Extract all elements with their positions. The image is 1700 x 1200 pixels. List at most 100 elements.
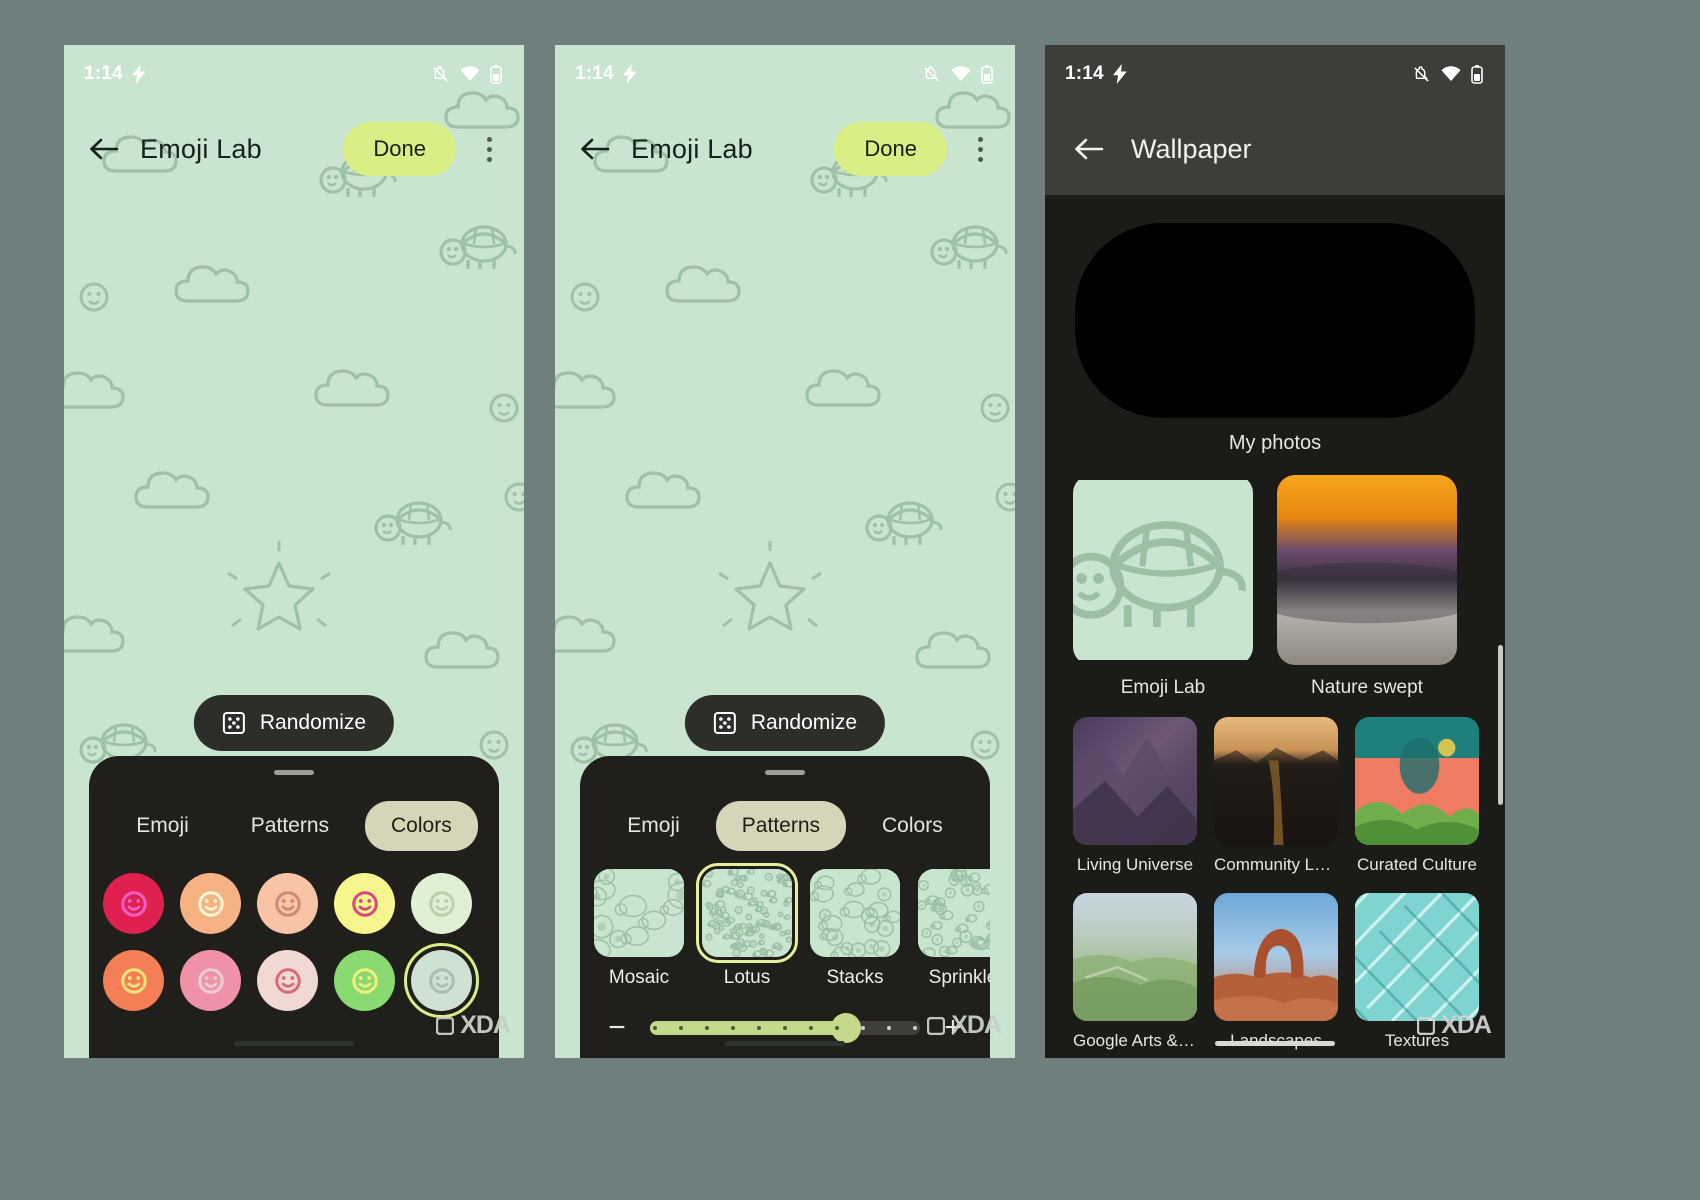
- more-options-icon[interactable]: [472, 129, 506, 169]
- pattern-thumbnail: [594, 869, 684, 957]
- app-bar-2: Emoji Lab Done: [555, 103, 1015, 195]
- color-swatch-3[interactable]: [334, 873, 395, 934]
- pattern-option-2[interactable]: Stacks: [810, 869, 900, 989]
- wallpaper-thumb-art: [1355, 893, 1479, 1021]
- tab-emoji[interactable]: Emoji: [110, 801, 215, 851]
- done-button[interactable]: Done: [834, 122, 947, 176]
- back-button[interactable]: [1069, 129, 1109, 169]
- phone-screen-emoji-lab-colors: 1:14 Emoji Lab Done Randomize Emoji Patt…: [64, 45, 524, 1058]
- wallpaper-category-label: Curated Culture: [1356, 855, 1477, 874]
- xda-logo-icon: [436, 1016, 455, 1035]
- color-swatch-4[interactable]: [411, 873, 472, 934]
- wifi-icon: [1441, 66, 1461, 82]
- notifications-off-icon: [431, 65, 450, 84]
- color-swatch-1[interactable]: [180, 873, 241, 934]
- back-button[interactable]: [575, 129, 615, 169]
- color-swatch-0[interactable]: [103, 873, 164, 934]
- page-title: Emoji Lab: [631, 133, 753, 164]
- pattern-thumb-svg: [918, 869, 990, 957]
- wallpaper-category-nature-swept[interactable]: Nature swept: [1277, 475, 1457, 699]
- phone-screen-wallpaper-picker: 1:14 Wallpaper My photos Emoji Lab Natur…: [1045, 45, 1505, 1058]
- wallpaper-thumbnail: [1214, 717, 1338, 845]
- battery-icon: [1471, 64, 1483, 84]
- back-arrow-icon: [581, 138, 610, 160]
- wallpaper-category-emoji-lab[interactable]: Emoji Lab: [1073, 475, 1253, 699]
- my-photos-tile[interactable]: [1075, 223, 1475, 418]
- color-swatch-5[interactable]: [103, 950, 164, 1011]
- pattern-thumbnail: [918, 869, 990, 957]
- home-gesture-pill[interactable]: [1215, 1040, 1335, 1046]
- status-bar-2: 1:14: [555, 45, 1015, 103]
- color-swatch-8[interactable]: [334, 950, 395, 1011]
- pattern-thumbnail: [696, 863, 798, 963]
- sheet-drag-handle[interactable]: [765, 770, 805, 775]
- home-gesture-pill[interactable]: [725, 1040, 845, 1046]
- tab-colors[interactable]: Colors: [856, 801, 969, 851]
- wallpaper-category-label: Living Universe: [1076, 855, 1194, 874]
- sheet-drag-handle[interactable]: [274, 770, 314, 775]
- page-title: Emoji Lab: [140, 133, 262, 164]
- wallpaper-thumbnail: [1214, 893, 1338, 1021]
- status-right-2: [922, 64, 993, 84]
- page-title: Wallpaper: [1131, 133, 1252, 164]
- pattern-thumb-svg: [810, 869, 900, 957]
- wallpaper-thumb-art: [1073, 893, 1197, 1021]
- wifi-icon: [460, 66, 480, 82]
- randomize-label: Randomize: [750, 711, 858, 734]
- my-photos-label: My photos: [1228, 432, 1322, 454]
- wallpaper-thumbnail: [1355, 893, 1479, 1021]
- pattern-label: Lotus: [723, 967, 771, 988]
- back-button[interactable]: [84, 129, 124, 169]
- status-time: 1:14: [575, 63, 614, 84]
- tab-patterns[interactable]: Patterns: [715, 801, 847, 851]
- color-swatch-6[interactable]: [180, 950, 241, 1011]
- pattern-thumb-svg: [702, 869, 792, 957]
- wallpaper-category-community-lens[interactable]: Community Lens: [1214, 717, 1338, 875]
- app-bar: Emoji Lab Done: [64, 103, 524, 195]
- color-swatch-grid: [89, 873, 499, 1018]
- pattern-label: Stacks: [826, 967, 884, 988]
- smiley-icon: [274, 890, 301, 917]
- randomize-button[interactable]: Randomize: [684, 695, 886, 751]
- wallpaper-thumbnail: [1355, 717, 1479, 845]
- tab-emoji[interactable]: Emoji: [601, 801, 706, 851]
- xda-watermark-text: XDA: [460, 1011, 511, 1039]
- wallpaper-scroll-area[interactable]: My photos Emoji Lab Nature swept Living U…: [1045, 195, 1505, 1058]
- vertical-scrollbar[interactable]: [1498, 645, 1503, 805]
- wallpaper-thumb-art: [1214, 893, 1338, 1021]
- battery-icon: [490, 64, 502, 84]
- dice-icon: [713, 711, 737, 735]
- color-swatch-9[interactable]: [404, 943, 479, 1018]
- bolt-icon: [131, 64, 147, 84]
- smiley-icon: [351, 967, 378, 994]
- more-options-icon[interactable]: [963, 129, 997, 169]
- color-swatch-2[interactable]: [257, 873, 318, 934]
- tab-patterns[interactable]: Patterns: [225, 801, 355, 851]
- smiley-icon: [274, 967, 301, 994]
- color-swatch-7[interactable]: [257, 950, 318, 1011]
- smiley-icon: [120, 967, 147, 994]
- xda-logo-icon: [927, 1016, 946, 1035]
- wallpaper-thumbnail: [1073, 717, 1197, 845]
- pattern-option-1[interactable]: Lotus: [696, 863, 798, 989]
- pattern-thumbnail: [810, 869, 900, 957]
- done-button[interactable]: Done: [343, 122, 456, 176]
- randomize-button[interactable]: Randomize: [193, 695, 395, 751]
- status-bar-3: 1:14: [1045, 45, 1505, 103]
- xda-watermark-text: XDA: [1441, 1011, 1492, 1039]
- bolt-icon: [1112, 64, 1128, 84]
- notifications-off-icon: [922, 65, 941, 84]
- xda-logo-icon: [1417, 1016, 1436, 1035]
- wallpaper-thumb-art: [1214, 717, 1338, 845]
- wallpaper-category-living-universe[interactable]: Living Universe: [1073, 717, 1197, 875]
- app-bar-3: Wallpaper: [1045, 103, 1505, 195]
- tab-colors[interactable]: Colors: [365, 801, 478, 851]
- sheet-tabs: Emoji Patterns Colors: [580, 801, 990, 851]
- pattern-option-3[interactable]: Sprinkle: [918, 869, 990, 989]
- smiley-icon: [428, 967, 455, 994]
- home-gesture-pill[interactable]: [234, 1040, 354, 1046]
- notifications-off-icon: [1412, 65, 1431, 84]
- wallpaper-category-curated-culture[interactable]: Curated Culture: [1355, 717, 1479, 875]
- dice-icon: [222, 711, 246, 735]
- pattern-option-0[interactable]: Mosaic: [594, 869, 684, 989]
